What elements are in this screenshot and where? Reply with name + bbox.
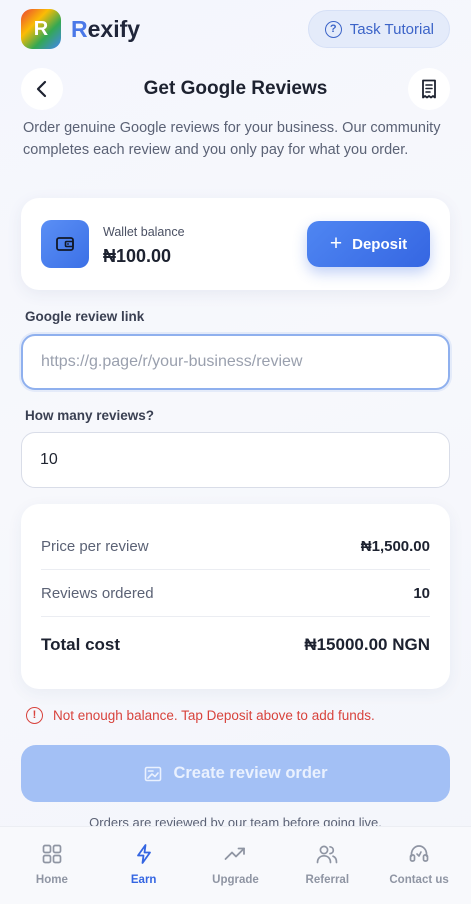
create-review-order-button[interactable]: Create review order bbox=[21, 745, 450, 802]
order-summary-card: Price per review ₦1,500.00 Reviews order… bbox=[21, 504, 450, 689]
divider bbox=[41, 616, 430, 617]
grid-icon bbox=[40, 842, 64, 866]
price-per-review-label: Price per review bbox=[41, 538, 149, 555]
reviews-ordered-row: Reviews ordered 10 bbox=[41, 585, 430, 602]
nav-earn[interactable]: Earn bbox=[99, 842, 189, 886]
balance-error: ! Not enough balance. Tap Deposit above … bbox=[26, 707, 375, 724]
wallet-balance-label: Wallet balance bbox=[103, 225, 185, 239]
divider bbox=[41, 569, 430, 570]
brand-name: Rexify bbox=[71, 15, 141, 42]
nav-contact-label: Contact us bbox=[389, 874, 449, 886]
create-review-order-label: Create review order bbox=[173, 764, 328, 782]
headset-icon bbox=[407, 842, 431, 866]
review-link-input[interactable]: https://g.page/r/your-business/review bbox=[21, 334, 450, 390]
reviews-ordered-label: Reviews ordered bbox=[41, 585, 154, 602]
trending-up-icon bbox=[223, 842, 247, 866]
review-count-value: 10 bbox=[40, 451, 58, 468]
page-title: Get Google Reviews bbox=[143, 78, 328, 99]
image-icon bbox=[145, 766, 162, 781]
reviews-ordered-value: 10 bbox=[413, 585, 430, 602]
review-count-input[interactable]: 10 bbox=[21, 432, 450, 488]
page-header: Get Google Reviews bbox=[0, 68, 471, 110]
review-link-label: Google review link bbox=[25, 309, 145, 324]
nav-upgrade[interactable]: Upgrade bbox=[190, 842, 280, 886]
top-bar: R Rexify ? Task Tutorial bbox=[0, 0, 471, 56]
balance-error-text: Not enough balance. Tap Deposit above to… bbox=[53, 708, 375, 723]
price-per-review-row: Price per review ₦1,500.00 bbox=[41, 538, 430, 555]
total-cost-label: Total cost bbox=[41, 635, 121, 654]
total-cost-row: Total cost ₦15000.00 NGN bbox=[41, 635, 430, 655]
nav-home-label: Home bbox=[35, 874, 68, 886]
brand[interactable]: R Rexify bbox=[21, 7, 140, 49]
lightning-icon bbox=[132, 842, 156, 866]
nav-upgrade-label: Upgrade bbox=[212, 874, 259, 886]
price-per-review-value: ₦1,500.00 bbox=[360, 538, 430, 555]
nav-referral[interactable]: Referral bbox=[282, 842, 372, 886]
review-count-label: How many reviews? bbox=[25, 408, 155, 423]
receipt-icon bbox=[422, 79, 436, 99]
wallet-balance-amount: ₦100.00 bbox=[103, 246, 172, 266]
error-icon: ! bbox=[26, 707, 43, 724]
users-icon bbox=[315, 842, 339, 866]
deposit-button[interactable]: + Deposit bbox=[307, 221, 430, 267]
total-cost-value: ₦15000.00 NGN bbox=[304, 635, 430, 654]
app-logo: R bbox=[21, 9, 61, 49]
plus-icon: + bbox=[329, 231, 343, 255]
task-tutorial-label: Task Tutorial bbox=[349, 20, 434, 38]
deposit-label: Deposit bbox=[352, 235, 408, 253]
wallet-card: Wallet balance ₦100.00 + Deposit bbox=[21, 198, 450, 290]
nav-home[interactable]: Home bbox=[7, 842, 97, 886]
review-link-placeholder: https://g.page/r/your-business/review bbox=[41, 353, 303, 370]
nav-referral-label: Referral bbox=[305, 874, 350, 886]
nav-earn-label: Earn bbox=[130, 874, 157, 886]
bottom-navigation: Home Earn Upgrade Referral Contact us bbox=[0, 826, 471, 904]
page-description: Order genuine Google reviews for your bu… bbox=[23, 120, 441, 158]
wallet-icon bbox=[41, 220, 89, 268]
orders-history-button[interactable] bbox=[408, 68, 450, 110]
task-tutorial-button[interactable]: ? Task Tutorial bbox=[307, 10, 450, 48]
help-icon: ? bbox=[324, 20, 342, 38]
nav-contact[interactable]: Contact us bbox=[374, 842, 464, 886]
